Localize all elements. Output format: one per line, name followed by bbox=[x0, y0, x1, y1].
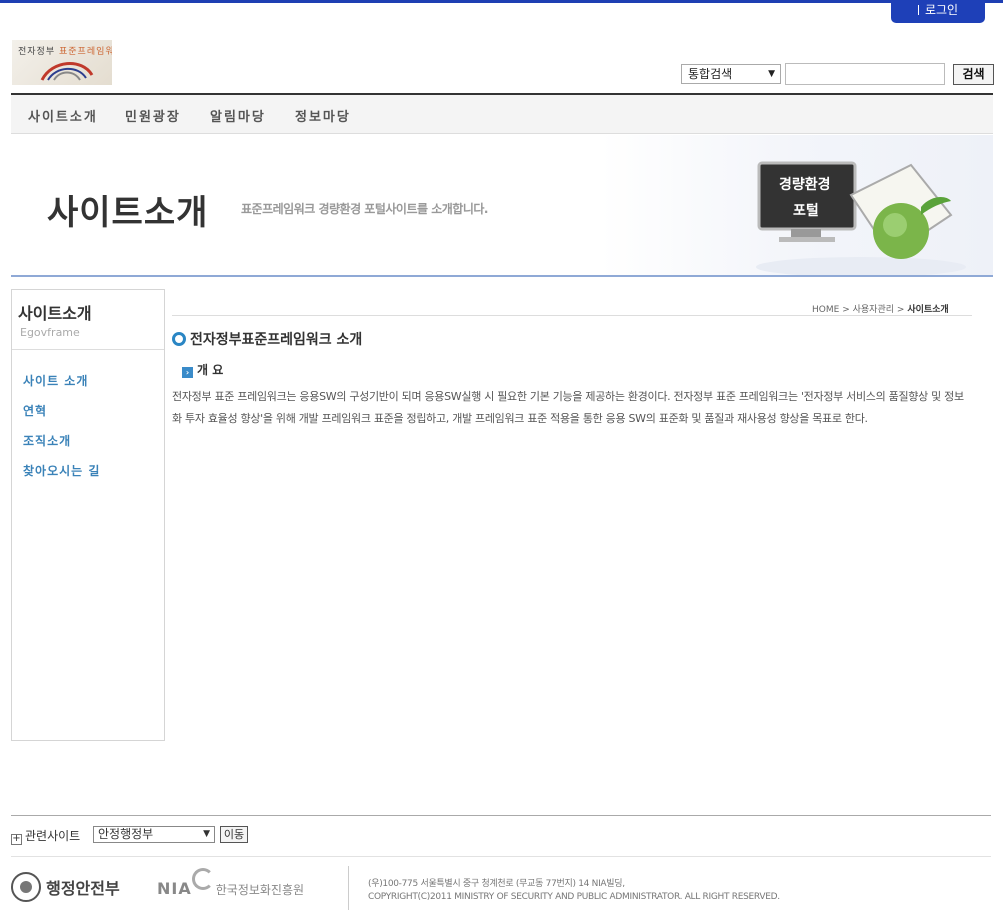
login-button[interactable]: 로그인 bbox=[891, 0, 985, 23]
banner-subtitle: 표준프레임워크 경량환경 포털사이트를 소개합니다. bbox=[241, 202, 488, 216]
breadcrumb-home[interactable]: HOME bbox=[812, 305, 839, 315]
move-button[interactable]: 이동 bbox=[220, 826, 248, 843]
sidebar-item-history[interactable]: 연혁 bbox=[23, 402, 47, 419]
breadcrumb-mid[interactable]: 사용자관리 bbox=[853, 305, 894, 315]
section-heading: › 개 요 bbox=[182, 361, 223, 378]
chevron-down-icon: ▼ bbox=[768, 69, 775, 79]
sidebar-subtitle: Egovframe bbox=[20, 326, 80, 339]
site-logo[interactable]: 전자정부 표준프레임워크 bbox=[12, 40, 112, 85]
banner-art-line1: 경량환경 bbox=[779, 176, 831, 193]
sidebar-title: 사이트소개 bbox=[18, 304, 92, 323]
breadcrumb-divider bbox=[172, 315, 972, 316]
chevron-down-icon: ▼ bbox=[203, 829, 210, 839]
arrow-right-icon: › bbox=[182, 367, 193, 378]
related-sites-select[interactable]: 안정행정부 ▼ bbox=[93, 826, 215, 843]
page-title: 전자정부표준프레임워크 소개 bbox=[172, 329, 362, 349]
banner-art-line2: 포털 bbox=[793, 202, 819, 219]
sidebar: 사이트소개 Egovframe 사이트 소개 연혁 조직소개 찾아오시는 길 bbox=[11, 289, 165, 741]
footer-divider-top bbox=[11, 815, 991, 816]
circle-bullet-icon bbox=[172, 332, 186, 346]
banner-illustration: 경량환경 포털 bbox=[756, 161, 966, 275]
sidebar-item-directions[interactable]: 찾아오시는 길 bbox=[23, 462, 100, 479]
breadcrumb-current: 사이트소개 bbox=[907, 305, 949, 315]
top-accent-bar bbox=[0, 0, 1003, 3]
nav-item-info[interactable]: 정보마당 bbox=[295, 106, 351, 125]
mopas-logo[interactable]: 행정안전부 bbox=[11, 872, 120, 902]
divider-icon bbox=[917, 5, 919, 15]
overview-text: 전자정부 표준 프레임워크는 응용SW의 구성기반이 되며 응용SW실행 시 필… bbox=[172, 390, 964, 425]
nav-item-notice[interactable]: 알림마당 bbox=[210, 106, 266, 125]
footer-vertical-divider bbox=[348, 866, 349, 910]
footer-divider-bottom bbox=[11, 856, 991, 857]
nav-item-civil[interactable]: 민원광장 bbox=[125, 106, 181, 125]
main-nav: 사이트소개 민원광장 알림마당 정보마당 bbox=[11, 93, 993, 134]
logo-text: 전자정부 표준프레임워크 bbox=[18, 47, 112, 57]
banner-title: 사이트소개 bbox=[47, 193, 209, 233]
search-scope-select[interactable]: 통합검색 ▼ bbox=[681, 64, 781, 84]
sidebar-item-organization[interactable]: 조직소개 bbox=[23, 432, 71, 449]
sidebar-divider bbox=[12, 349, 164, 350]
footer-address: (우)100-775 서울특별시 중구 청계천로 (무교동 77번지) 14 N… bbox=[368, 879, 780, 902]
page-banner: 사이트소개 표준프레임워크 경량환경 포털사이트를 소개합니다. 경량환경 포털 bbox=[11, 135, 993, 277]
related-sites-label: + 관련사이트 bbox=[11, 829, 81, 845]
government-seal-icon bbox=[11, 872, 41, 902]
nia-logo[interactable]: NIA 한국정보화진흥원 bbox=[157, 868, 304, 898]
nav-item-site-intro[interactable]: 사이트소개 bbox=[28, 106, 98, 125]
search-button[interactable]: 검색 bbox=[953, 64, 994, 85]
search-input[interactable] bbox=[785, 63, 945, 85]
login-label: 로그인 bbox=[924, 3, 959, 17]
nia-swoosh-icon bbox=[191, 868, 214, 890]
sidebar-item-site-intro[interactable]: 사이트 소개 bbox=[23, 372, 88, 389]
plus-icon: + bbox=[11, 833, 22, 845]
breadcrumb: HOME > 사용자관리 > 사이트소개 bbox=[812, 305, 949, 315]
